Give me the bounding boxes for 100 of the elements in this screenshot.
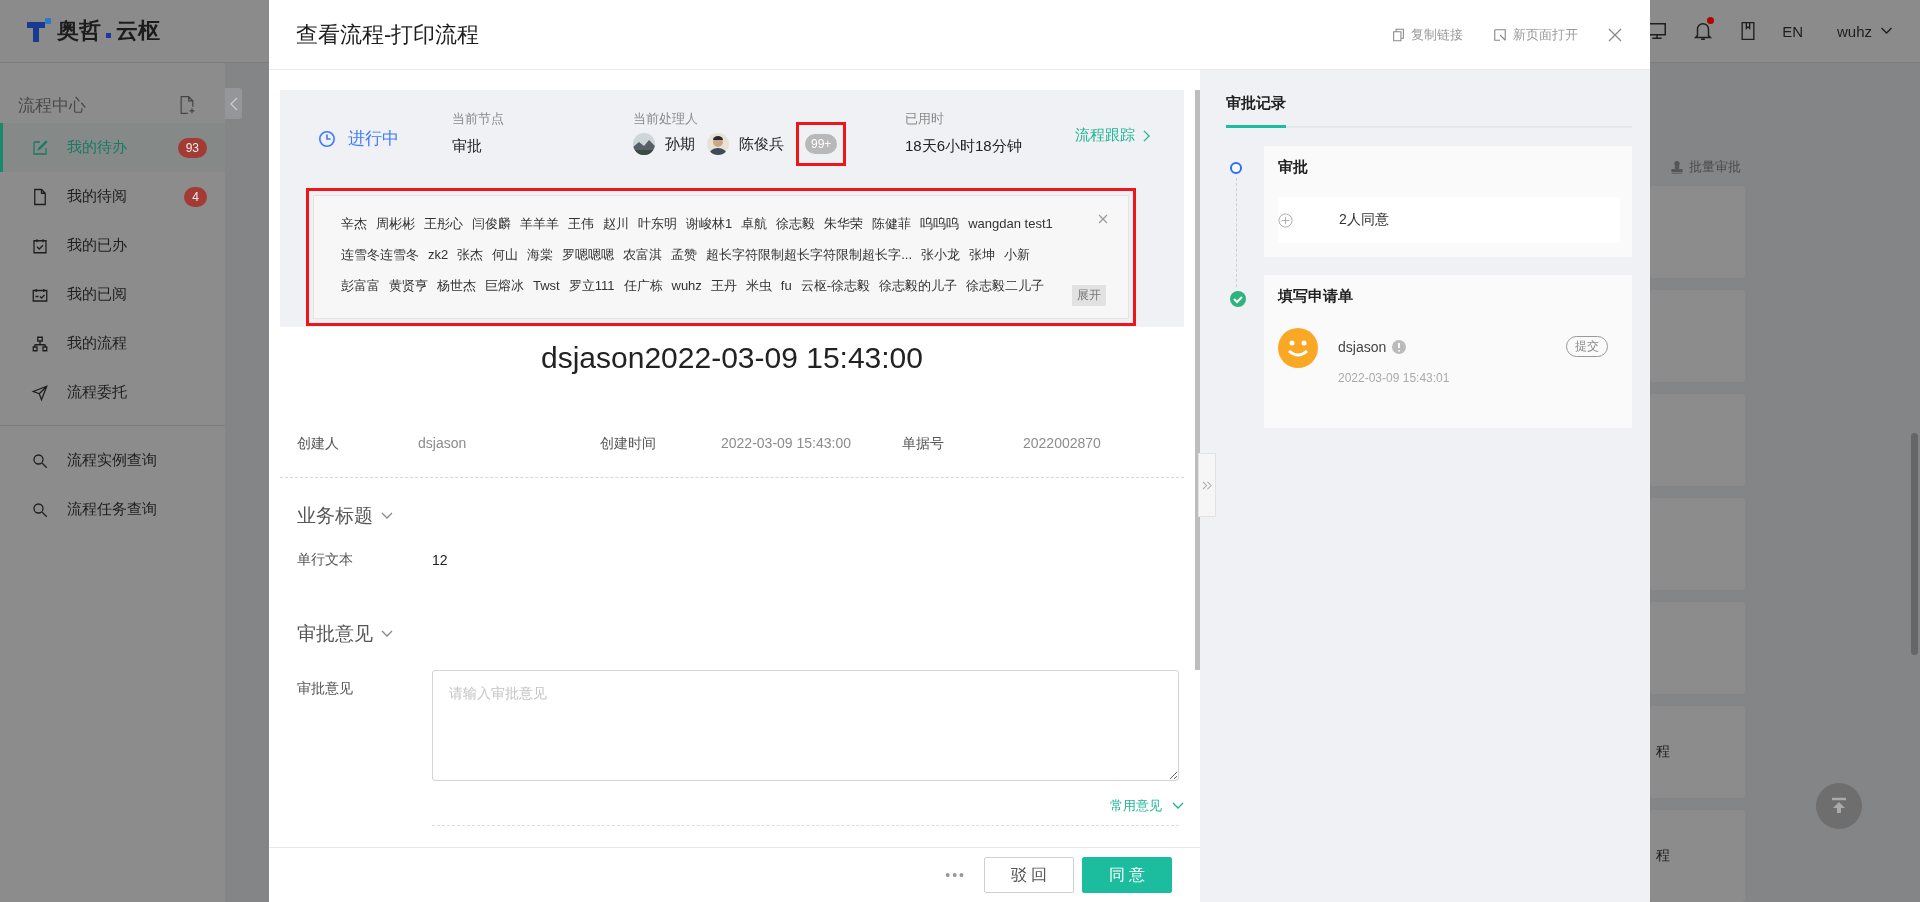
language-button[interactable]: EN: [1782, 22, 1803, 40]
handler-name: 陈俊兵: [739, 134, 784, 154]
approval-summary[interactable]: 2人同意: [1278, 197, 1620, 243]
handler-name: fu: [780, 278, 792, 293]
header-link[interactable]: 新页面打开: [1493, 25, 1578, 44]
record-tab[interactable]: 审批记录: [1226, 94, 1286, 128]
handler-name: 连雪冬连雪冬: [341, 245, 419, 264]
card-title: 程: [1656, 847, 1670, 865]
list-card[interactable]: 程: [1650, 706, 1745, 798]
common-opinion-dropdown[interactable]: 常用意见: [1110, 797, 1184, 815]
list-card[interactable]: [1650, 602, 1745, 694]
opinion-input[interactable]: 请输入审批意见: [432, 670, 1179, 781]
more-actions-button[interactable]: •••: [945, 867, 966, 883]
field-value: 2022002870: [1023, 435, 1102, 453]
copy-icon: [1392, 27, 1405, 42]
handler-name: 赵川: [603, 214, 629, 233]
field-label: 创建人: [297, 435, 340, 453]
handler-name: 孙期: [665, 134, 695, 154]
handler-name: 任广栋: [623, 276, 663, 295]
handler-name: 谢峻林1: [686, 214, 733, 233]
section-title[interactable]: 审批意见: [297, 621, 373, 647]
reject-button[interactable]: 驳 回: [984, 857, 1074, 893]
collapse-tab[interactable]: [225, 88, 242, 119]
handler-name: 张杰: [457, 245, 484, 264]
expand-button[interactable]: 展开: [1072, 285, 1106, 306]
field-label: 审批意见: [297, 680, 354, 698]
count-badge: 93: [177, 137, 207, 158]
sidebar-item[interactable]: 流程任务查询: [0, 485, 225, 534]
sidebar-item[interactable]: 我的已阅: [0, 270, 225, 319]
handler-name: 张小龙: [921, 245, 961, 264]
chevron-down-icon: [1172, 802, 1184, 810]
list-card[interactable]: [1650, 498, 1745, 590]
field-label: 当前节点: [452, 110, 505, 128]
user-name: dsjason: [1338, 338, 1387, 355]
close-icon[interactable]: [1608, 27, 1622, 42]
sidebar-item[interactable]: 流程委托: [0, 368, 225, 417]
sidebar-item[interactable]: 我的已办: [0, 221, 225, 270]
handler-name: 徐志毅的儿子: [879, 276, 958, 295]
handler-name: zk2: [428, 247, 449, 262]
document-title: dsjason2022-03-09 15:43:00: [540, 341, 924, 376]
handler-name: 王伟: [568, 214, 594, 233]
section-title[interactable]: 业务标题: [297, 503, 373, 529]
menu-item-icon: [31, 187, 49, 206]
menu-item-icon: [31, 383, 49, 402]
field-label: 单行文本: [297, 551, 354, 569]
handler-name: 海棠: [527, 245, 554, 264]
chevron-right-icon: [1143, 129, 1150, 142]
sidebar-item[interactable]: 我的流程: [0, 319, 225, 368]
field-label: 已用时: [905, 110, 945, 128]
handler-name: 农富淇: [623, 245, 663, 264]
clock-icon: [318, 129, 336, 148]
count-badge: 4: [184, 186, 207, 207]
field-value: 2022-03-09 15:43:00: [721, 435, 852, 453]
user-menu[interactable]: wuhz: [1836, 22, 1872, 40]
brand-name: 奥哲: [57, 17, 101, 45]
field-value: dsjason: [418, 435, 468, 453]
list-card[interactable]: [1650, 290, 1745, 382]
plus-circle-icon: [1278, 212, 1293, 228]
scrollbar[interactable]: [1911, 433, 1918, 655]
handler-name: 超长字符限制超长字符限制超长字...: [706, 245, 913, 264]
close-icon[interactable]: [1098, 214, 1108, 224]
handler-name: wangdan test1: [968, 216, 1053, 231]
field-label: 创建时间: [600, 435, 657, 453]
handler-name: 孟赞: [671, 245, 698, 264]
sidebar-item[interactable]: 我的待办 93: [0, 123, 225, 172]
handler-name: 卓航: [741, 214, 768, 233]
search-icon: [31, 500, 49, 519]
handler-name: 羊羊羊: [520, 214, 559, 233]
field-value: 18天6小时18分钟: [905, 137, 1023, 156]
timestamp: 2022-03-09 15:43:01: [1338, 371, 1451, 385]
field-value: 12: [432, 552, 448, 568]
handler-name: 彭富富: [341, 276, 380, 295]
back-to-top-button[interactable]: [1816, 783, 1862, 829]
menu-item-icon: [31, 236, 49, 255]
header-link[interactable]: 复制链接: [1392, 25, 1463, 44]
chevron-down-icon[interactable]: [381, 512, 393, 520]
brand-name: 云枢: [116, 17, 160, 45]
batch-approve-button[interactable]: 批量审批: [1670, 158, 1741, 176]
list-card[interactable]: [1650, 186, 1745, 278]
handler-name: 周彬彬: [376, 214, 415, 233]
handler-name: wuhz: [671, 278, 702, 293]
menu-item-icon: [31, 334, 49, 353]
sidebar-item[interactable]: 流程实例查询: [0, 436, 225, 485]
chevron-down-icon: [1880, 27, 1893, 35]
list-card[interactable]: [1650, 394, 1745, 486]
status-text: 进行中: [348, 128, 399, 150]
menu-item-icon: [31, 138, 49, 157]
handler-name: 何山: [492, 245, 519, 264]
handler-name: 叶东明: [638, 214, 677, 233]
scrollbar[interactable]: [1195, 90, 1200, 670]
step-title: 填写申请单: [1278, 287, 1354, 306]
list-card[interactable]: 程: [1650, 810, 1745, 902]
sidebar-item[interactable]: 我的待阅 4: [0, 172, 225, 221]
handler-name: 徐志毅: [776, 214, 816, 233]
double-chevron-right-icon: [1201, 479, 1213, 491]
search-icon: [31, 451, 49, 470]
handler-name: 黄贤亨: [389, 276, 428, 295]
chevron-down-icon[interactable]: [381, 630, 393, 638]
info-icon: [1392, 339, 1407, 354]
panel-toggle[interactable]: [1198, 453, 1216, 517]
